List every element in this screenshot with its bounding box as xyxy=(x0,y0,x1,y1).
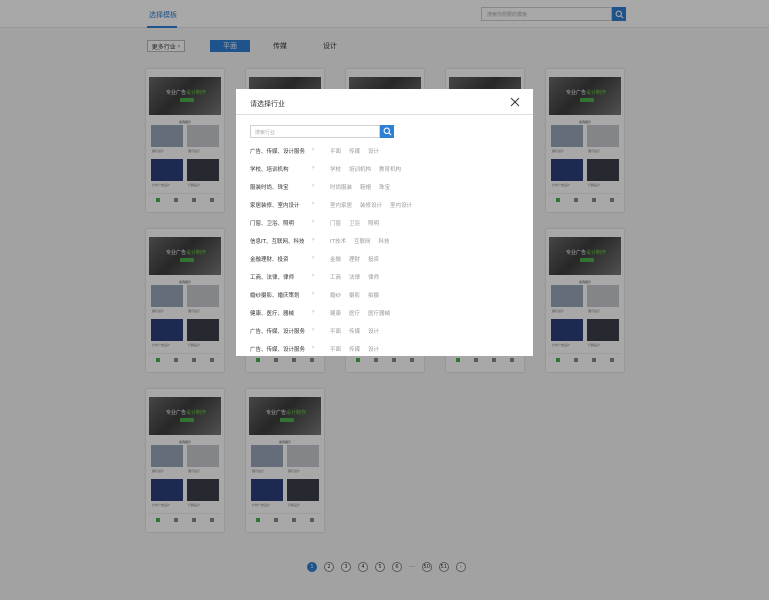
industry-tag[interactable]: 健康 xyxy=(330,309,341,317)
industry-group-label[interactable]: 健康、医疗、器械 xyxy=(250,309,294,317)
close-button[interactable] xyxy=(510,97,520,107)
close-icon xyxy=(510,97,520,107)
industry-tags: IT技术 互联网 科技 xyxy=(330,237,390,245)
industry-tag[interactable]: 互联网 xyxy=(354,237,371,245)
industry-tag[interactable]: 照明 xyxy=(368,219,379,227)
industry-search: 搜索行业 xyxy=(250,125,394,138)
chevron-right-icon: › xyxy=(312,164,315,171)
industry-tag[interactable]: 学校 xyxy=(330,165,341,173)
industry-tag[interactable]: 传媒 xyxy=(349,327,360,335)
industry-tags: 金融 理财 投资 xyxy=(330,255,379,263)
chevron-right-icon: › xyxy=(312,326,315,333)
industry-tag[interactable]: 婚纱 xyxy=(330,291,341,299)
industry-tags: 健康 医疗 医疗器械 xyxy=(330,309,390,317)
industry-tag[interactable]: 工商 xyxy=(330,273,341,281)
industry-group-label[interactable]: 广告、传媒、设计服务 xyxy=(250,327,305,335)
industry-tag[interactable]: 传媒 xyxy=(349,345,360,353)
chevron-right-icon: › xyxy=(312,290,315,297)
industry-tag[interactable]: 室内设计 xyxy=(390,201,412,209)
industry-tags: 平面 传媒 设计 xyxy=(330,327,379,335)
industry-row: 健康、医疗、器械 › 健康 医疗 医疗器械 xyxy=(250,307,520,325)
industry-tag[interactable]: 珠宝 xyxy=(379,183,390,191)
industry-group-label[interactable]: 广告、传媒、设计服务 xyxy=(250,345,305,353)
chevron-right-icon: › xyxy=(312,146,315,153)
industry-list: 广告、传媒、设计服务 › 平面 传媒 设计 学校、培训机构 › 学校 培训机构 教育机构 服装时尚、… xyxy=(250,145,520,356)
industry-tag[interactable]: 理财 xyxy=(349,255,360,263)
industry-tags: 工商 法律 律师 xyxy=(330,273,379,281)
chevron-right-icon: › xyxy=(312,308,315,315)
industry-tags: 室内家居 装修设计 室内设计 xyxy=(330,201,412,209)
industry-tag[interactable]: 卫浴 xyxy=(349,219,360,227)
industry-group-label[interactable]: 家居装修、室内设计 xyxy=(250,201,300,209)
industry-row: 广告、传媒、设计服务 › 平面 传媒 设计 xyxy=(250,343,520,356)
industry-row: 门窗、卫浴、照明 › 门窗 卫浴 照明 xyxy=(250,217,520,235)
industry-tag[interactable]: 投资 xyxy=(368,255,379,263)
industry-row: 服装时尚、珠宝 › 时尚服装 鞋帽 珠宝 xyxy=(250,181,520,199)
industry-row: 婚纱摄影、婚庆策划 › 婚纱 摄影 拍摄 xyxy=(250,289,520,307)
industry-row: 广告、传媒、设计服务 › 平面 传媒 设计 xyxy=(250,145,520,163)
chevron-right-icon: › xyxy=(312,344,315,351)
industry-tags: 时尚服装 鞋帽 珠宝 xyxy=(330,183,390,191)
industry-tags: 门窗 卫浴 照明 xyxy=(330,219,379,227)
industry-row: 学校、培训机构 › 学校 培训机构 教育机构 xyxy=(250,163,520,181)
chevron-right-icon: › xyxy=(312,272,315,279)
industry-group-label[interactable]: 金融理财、投资 xyxy=(250,255,289,263)
industry-tag[interactable]: IT技术 xyxy=(330,237,346,245)
chevron-right-icon: › xyxy=(312,236,315,243)
industry-group-label[interactable]: 学校、培训机构 xyxy=(250,165,289,173)
industry-tags: 学校 培训机构 教育机构 xyxy=(330,165,401,173)
industry-tag[interactable]: 医疗器械 xyxy=(368,309,390,317)
industry-tag[interactable]: 科技 xyxy=(379,237,390,245)
chevron-right-icon: › xyxy=(312,218,315,225)
industry-tags: 平面 传媒 设计 xyxy=(330,345,379,353)
industry-select-modal: 请选择行业 搜索行业 广告、传媒、设计服务 › 平面 传媒 设计 学校、培训机构 › 学校 培训… xyxy=(236,89,533,356)
industry-tags: 平面 传媒 设计 xyxy=(330,147,379,155)
industry-tags: 婚纱 摄影 拍摄 xyxy=(330,291,379,299)
chevron-right-icon: › xyxy=(312,200,315,207)
industry-tag[interactable]: 门窗 xyxy=(330,219,341,227)
industry-tag[interactable]: 设计 xyxy=(368,327,379,335)
industry-row: 工商、法律、律师 › 工商 法律 律师 xyxy=(250,271,520,289)
industry-tag[interactable]: 平面 xyxy=(330,345,341,353)
industry-tag[interactable]: 时尚服装 xyxy=(330,183,352,191)
modal-divider xyxy=(236,114,533,115)
industry-tag[interactable]: 摄影 xyxy=(349,291,360,299)
industry-row: 信息IT、互联网、科技 › IT技术 互联网 科技 xyxy=(250,235,520,253)
industry-tag[interactable]: 装修设计 xyxy=(360,201,382,209)
industry-tag[interactable]: 医疗 xyxy=(349,309,360,317)
industry-row: 广告、传媒、设计服务 › 平面 传媒 设计 xyxy=(250,325,520,343)
industry-group-label[interactable]: 门窗、卫浴、照明 xyxy=(250,219,294,227)
industry-tag[interactable]: 金融 xyxy=(330,255,341,263)
industry-group-label[interactable]: 广告、传媒、设计服务 xyxy=(250,147,305,155)
industry-tag[interactable]: 平面 xyxy=(330,147,341,155)
industry-tag[interactable]: 设计 xyxy=(368,345,379,353)
modal-title: 请选择行业 xyxy=(250,100,285,108)
industry-tag[interactable]: 平面 xyxy=(330,327,341,335)
industry-search-button[interactable] xyxy=(380,125,394,138)
industry-search-input[interactable]: 搜索行业 xyxy=(250,125,380,138)
chevron-right-icon: › xyxy=(312,182,315,189)
industry-tag[interactable]: 室内家居 xyxy=(330,201,352,209)
industry-tag[interactable]: 培训机构 xyxy=(349,165,371,173)
industry-group-label[interactable]: 工商、法律、律师 xyxy=(250,273,294,281)
industry-tag[interactable]: 鞋帽 xyxy=(360,183,371,191)
industry-group-label[interactable]: 婚纱摄影、婚庆策划 xyxy=(250,291,300,299)
industry-tag[interactable]: 教育机构 xyxy=(379,165,401,173)
industry-group-label[interactable]: 信息IT、互联网、科技 xyxy=(250,237,304,245)
industry-tag[interactable]: 律师 xyxy=(368,273,379,281)
chevron-right-icon: › xyxy=(312,254,315,261)
industry-tag[interactable]: 拍摄 xyxy=(368,291,379,299)
search-icon xyxy=(383,127,391,136)
industry-row: 家居装修、室内设计 › 室内家居 装修设计 室内设计 xyxy=(250,199,520,217)
industry-tag[interactable]: 法律 xyxy=(349,273,360,281)
industry-group-label[interactable]: 服装时尚、珠宝 xyxy=(250,183,289,191)
industry-row: 金融理财、投资 › 金融 理财 投资 xyxy=(250,253,520,271)
industry-tag[interactable]: 传媒 xyxy=(349,147,360,155)
industry-tag[interactable]: 设计 xyxy=(368,147,379,155)
